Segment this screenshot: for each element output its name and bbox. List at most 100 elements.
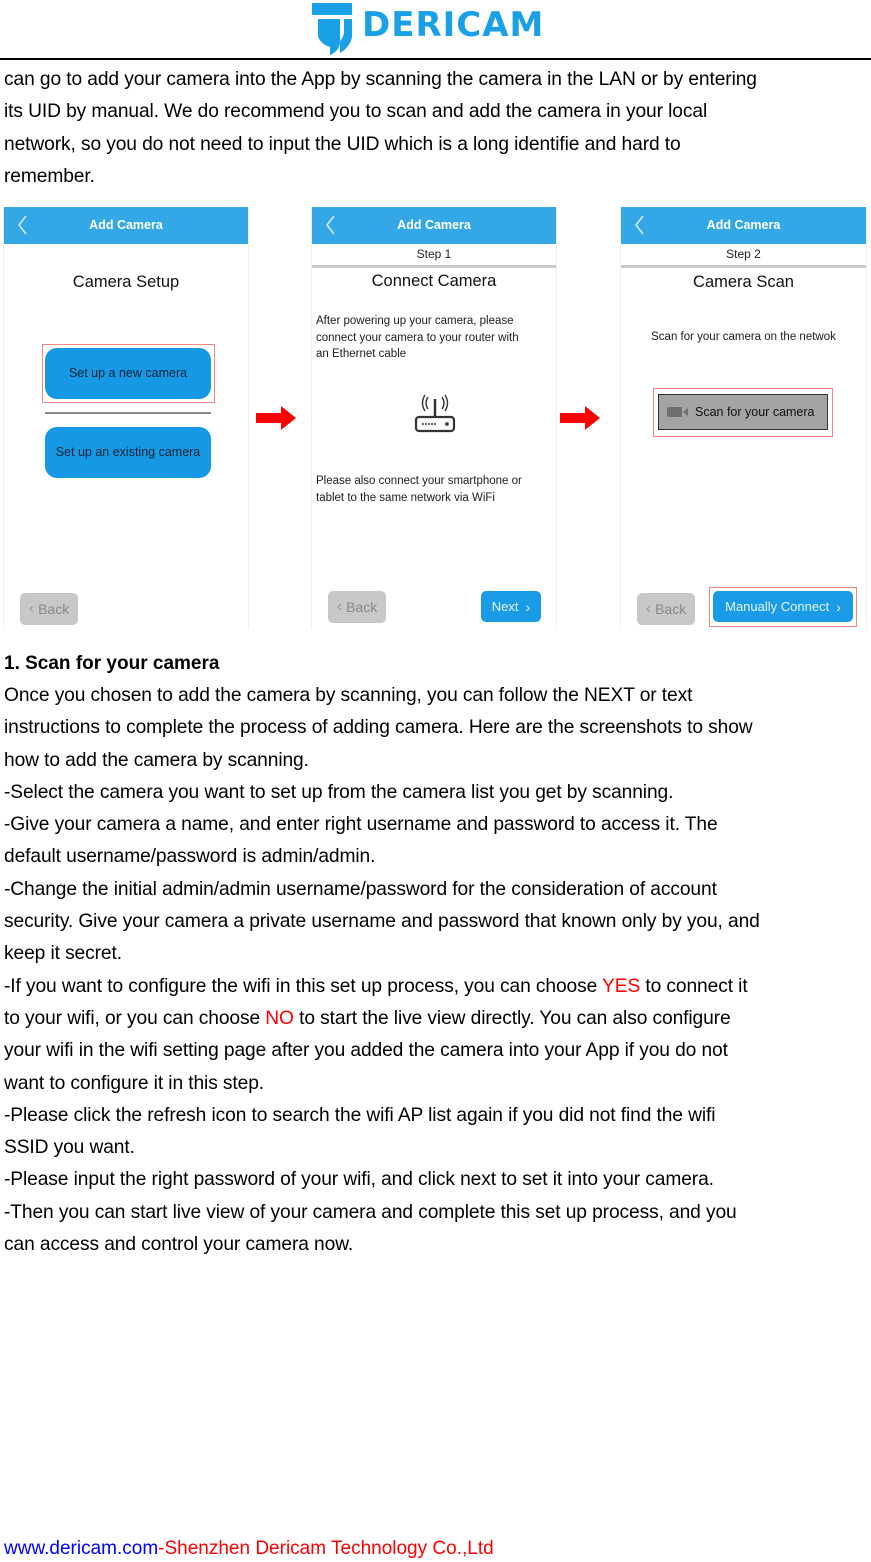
step-label: Step 1 bbox=[416, 247, 452, 261]
body-line: want to configure it in this step. bbox=[4, 1068, 870, 1100]
instructions-bottom: Please also connect your smartphone or t… bbox=[316, 473, 522, 506]
body-text: SSID you want. bbox=[4, 1137, 135, 1159]
chevron-left-icon: ‹ bbox=[28, 600, 35, 617]
body-text: can access and control your camera now. bbox=[4, 1234, 354, 1256]
body-text: -If you want to configure the wifi in th… bbox=[4, 975, 603, 997]
body-text: security. Give your camera a private use… bbox=[4, 911, 760, 933]
back-label: Back bbox=[38, 601, 70, 617]
section-heading: 1. Scan for your camera bbox=[4, 653, 220, 674]
body-line: instructions to complete the process of … bbox=[4, 712, 870, 744]
body-text: to connect it bbox=[640, 975, 748, 997]
setup-new-camera-button[interactable]: Set up a new camera bbox=[45, 348, 211, 399]
body-text: instructions to complete the process of … bbox=[4, 717, 753, 739]
chevron-left-icon: ‹ bbox=[336, 598, 343, 615]
body-line: -If you want to configure the wifi in th… bbox=[4, 971, 870, 1003]
body-line: SSID you want. bbox=[4, 1132, 870, 1164]
body-line: -Change the initial admin/admin username… bbox=[4, 874, 870, 906]
next-button[interactable]: Next › bbox=[481, 591, 541, 622]
instruction-line: After powering up your camera, please bbox=[316, 315, 514, 327]
instruction-line: tablet to the same network via WiFi bbox=[316, 491, 495, 504]
red-arrow-icon bbox=[560, 406, 600, 430]
red-arrow-icon bbox=[256, 406, 296, 430]
scan-instruction: Scan for your camera on the netwok bbox=[651, 331, 836, 343]
step-divider bbox=[312, 265, 556, 268]
intro-paragraph: can go to add your camera into the App b… bbox=[4, 64, 870, 193]
brand-name: DERICAM bbox=[362, 5, 545, 45]
back-button[interactable]: ‹ Back bbox=[637, 593, 695, 625]
body-text: to your wifi, or you can choose bbox=[4, 1007, 266, 1029]
emphasis-option: YES bbox=[602, 975, 641, 997]
body-text: how to add the camera by scanning. bbox=[4, 749, 309, 771]
step-divider bbox=[621, 265, 866, 268]
next-label: Next bbox=[491, 599, 519, 614]
header-divider bbox=[0, 58, 871, 60]
shield-logo-icon bbox=[312, 3, 352, 55]
back-label: Back bbox=[346, 599, 378, 615]
manual-label: Manually Connect bbox=[725, 599, 830, 614]
body-line: -Please input the right password of your… bbox=[4, 1164, 870, 1196]
instruction-line: Please also connect your smartphone or bbox=[316, 475, 522, 487]
nav-title: Add Camera bbox=[397, 218, 471, 232]
dericam-logo: DERICAM bbox=[310, 2, 544, 56]
nav-bar: Add Camera bbox=[4, 207, 248, 244]
manually-connect-button[interactable]: Manually Connect › bbox=[713, 591, 853, 622]
screenshot-camera-scan: Add Camera Step 2 Camera Scan Scan for y… bbox=[620, 207, 867, 629]
screenshot-connect-camera: Add Camera Step 1 Connect Camera After p… bbox=[311, 207, 557, 629]
body-line: -Give your camera a name, and enter righ… bbox=[4, 809, 870, 841]
body-text: to start the live view directly. You can… bbox=[293, 1007, 731, 1029]
intro-line: remember. bbox=[4, 165, 95, 187]
chevron-left-icon: ‹ bbox=[645, 600, 652, 617]
scan-camera-button[interactable]: Scan for your camera bbox=[658, 394, 828, 430]
body-line: -Please click the refresh icon to search… bbox=[4, 1100, 870, 1132]
screenshot-camera-setup: Add Camera Camera Setup Set up a new cam… bbox=[3, 207, 249, 629]
section-body: Once you chosen to add the camera by sca… bbox=[4, 680, 870, 1261]
body-text: -Then you can start live view of your ca… bbox=[4, 1201, 737, 1223]
chevron-right-icon: › bbox=[836, 598, 841, 615]
body-text: -Give your camera a name, and enter righ… bbox=[4, 814, 718, 836]
nav-title: Add Camera bbox=[89, 218, 163, 232]
nav-bar: Add Camera bbox=[312, 207, 556, 244]
nav-bar: Add Camera bbox=[621, 207, 866, 244]
screen-title: Connect Camera bbox=[371, 272, 497, 290]
body-line: -Then you can start live view of your ca… bbox=[4, 1197, 870, 1229]
body-text: keep it secret. bbox=[4, 943, 122, 965]
body-text: -Select the camera you want to set up fr… bbox=[4, 781, 674, 803]
emphasis-option: NO bbox=[265, 1007, 294, 1029]
screen-title: Camera Scan bbox=[693, 273, 794, 291]
intro-line: its UID by manual. We do recommend you t… bbox=[4, 101, 708, 123]
router-icon bbox=[414, 394, 456, 433]
instruction-line: connect your camera to your router with bbox=[316, 331, 519, 344]
back-button[interactable]: ‹ Back bbox=[20, 593, 78, 625]
back-label: Back bbox=[655, 601, 687, 617]
body-text: default username/password is admin/admin… bbox=[4, 846, 376, 868]
video-camera-icon bbox=[667, 406, 689, 418]
page-footer: www.dericam.com-Shenzhen Dericam Technol… bbox=[4, 1538, 494, 1560]
body-line: default username/password is admin/admin… bbox=[4, 841, 870, 873]
body-text: Once you chosen to add the camera by sca… bbox=[4, 685, 693, 706]
intro-line: network, so you do not need to input the… bbox=[4, 133, 681, 155]
back-button[interactable]: ‹ Back bbox=[328, 591, 386, 623]
divider bbox=[45, 412, 211, 414]
body-line: keep it secret. bbox=[4, 938, 870, 970]
setup-existing-camera-button[interactable]: Set up an existing camera bbox=[45, 427, 211, 478]
chevron-right-icon: › bbox=[525, 598, 531, 615]
body-line: -Select the camera you want to set up fr… bbox=[4, 777, 870, 809]
body-text: -Please click the refresh icon to search… bbox=[4, 1104, 716, 1126]
intro-line: can go to add your camera into the App b… bbox=[4, 69, 757, 90]
body-text: want to configure it in this step. bbox=[4, 1072, 265, 1094]
scan-label: Scan for your camera bbox=[695, 405, 815, 419]
body-text: -Change the initial admin/admin username… bbox=[4, 878, 717, 900]
nav-title: Add Camera bbox=[706, 218, 781, 232]
body-line: can access and control your camera now. bbox=[4, 1229, 870, 1261]
body-text: -Please input the right password of your… bbox=[4, 1169, 714, 1191]
company-name: Shenzhen Dericam Technology Co.,Ltd bbox=[164, 1538, 494, 1559]
body-line: security. Give your camera a private use… bbox=[4, 906, 870, 938]
body-text: your wifi in the wifi setting page after… bbox=[4, 1040, 728, 1062]
instructions-top: After powering up your camera, please co… bbox=[316, 313, 519, 363]
body-line: your wifi in the wifi setting page after… bbox=[4, 1035, 870, 1067]
body-line: Once you chosen to add the camera by sca… bbox=[4, 680, 870, 712]
step-label: Step 2 bbox=[726, 247, 761, 261]
screen-title: Camera Setup bbox=[72, 273, 180, 291]
body-line: how to add the camera by scanning. bbox=[4, 745, 870, 777]
website-link[interactable]: www.dericam.com bbox=[4, 1538, 158, 1559]
